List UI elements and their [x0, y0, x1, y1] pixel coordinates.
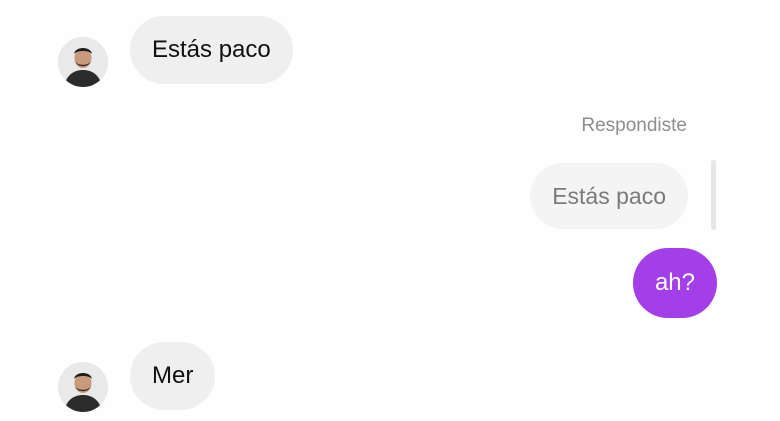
reply-label: Respondiste — [581, 115, 687, 136]
avatar-photo-icon — [58, 362, 108, 412]
contact-avatar[interactable] — [58, 362, 108, 412]
reply-indicator-bar — [711, 160, 716, 230]
message-text: ah? — [654, 269, 695, 296]
avatar-photo-icon — [58, 37, 108, 87]
incoming-message-bubble[interactable]: Estás paco — [130, 16, 293, 84]
message-text: Mer — [152, 362, 194, 389]
quoted-message-text: Estás paco — [552, 182, 666, 209]
incoming-message-bubble[interactable]: Mer — [130, 342, 216, 410]
outgoing-message-bubble[interactable]: ah? — [632, 248, 717, 318]
quoted-message[interactable]: Estás paco — [530, 163, 688, 229]
message-text: Estás paco — [152, 36, 271, 63]
chat-thread[interactable]: Estás paco Respondiste Estás paco ah? Me… — [0, 0, 780, 421]
contact-avatar[interactable] — [58, 37, 108, 87]
